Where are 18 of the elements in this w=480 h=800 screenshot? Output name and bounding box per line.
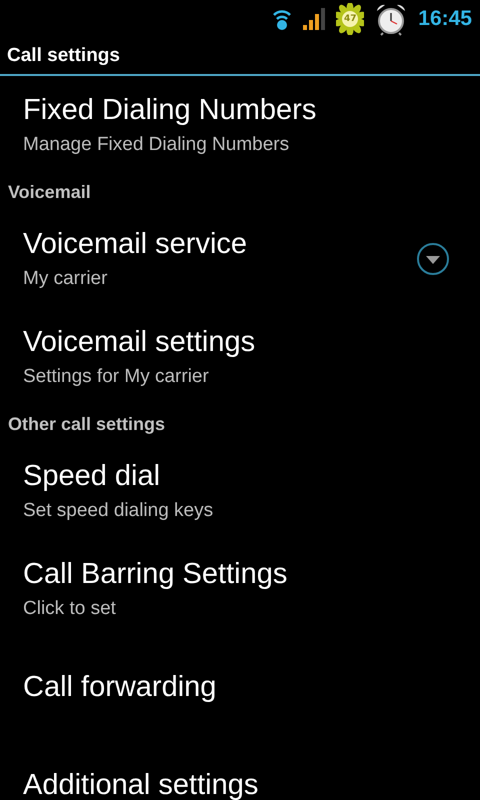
setting-title[interactable]: Call forwarding (23, 669, 450, 705)
clock-time: 16:45 (418, 7, 472, 31)
signal-icon (302, 8, 326, 30)
setting-title[interactable]: Speed dial (23, 458, 450, 494)
setting-title[interactable]: Call Barring Settings (23, 556, 450, 592)
setting-title[interactable]: Additional settings (23, 767, 450, 800)
setting-summary: Settings for My carrier (23, 365, 210, 389)
setting-summary: Set speed dialing keys (23, 499, 214, 523)
screen-title: Call settings (7, 45, 120, 67)
category-header: Other call settings (8, 414, 166, 434)
setting-summary: Manage Fixed Dialing Numbers (23, 133, 290, 157)
setting-summary: My carrier (23, 267, 108, 291)
category-header: Voicemail (8, 182, 91, 202)
setting-title[interactable]: Voicemail settings (23, 324, 450, 360)
setting-title[interactable]: Voicemail service (23, 226, 416, 262)
setting-summary: Click to set (23, 597, 117, 621)
setting-title[interactable]: Fixed Dialing Numbers (23, 92, 450, 128)
dropdown-icon[interactable] (416, 242, 450, 276)
